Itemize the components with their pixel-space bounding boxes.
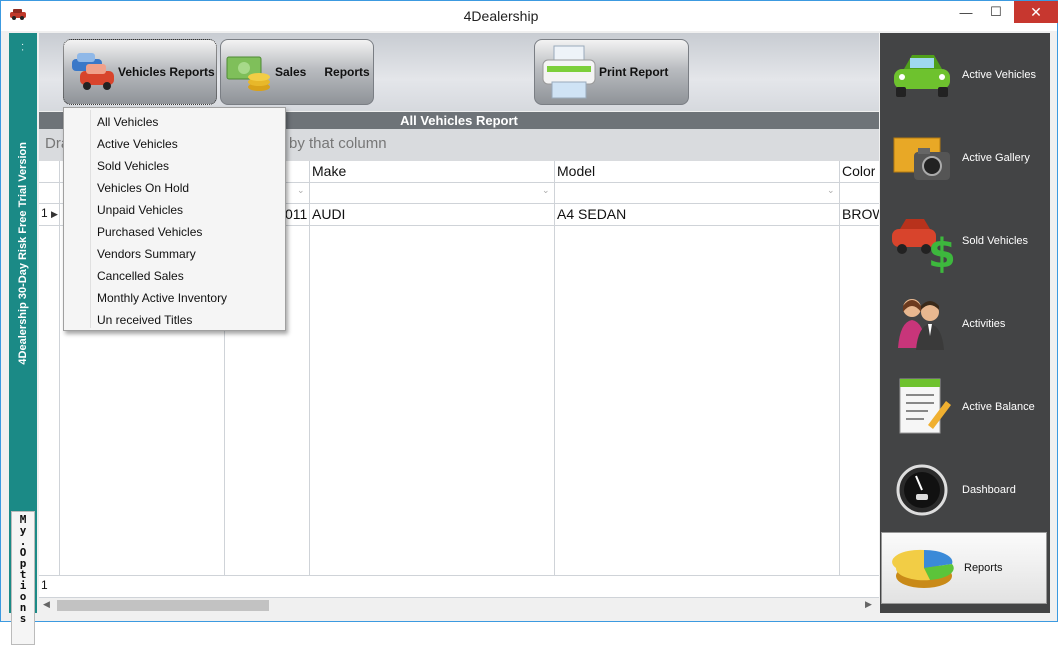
nav-label-active-vehicles: Active Vehicles xyxy=(962,68,1036,81)
money-coins-icon xyxy=(226,56,270,91)
menu-item-all-vehicles[interactable]: All Vehicles xyxy=(64,111,285,133)
nav-label-active-gallery: Active Gallery xyxy=(962,151,1030,164)
close-button[interactable]: ✕ xyxy=(1014,1,1058,23)
nav-active-balance[interactable]: Active Balance xyxy=(880,365,1050,448)
grid-divider xyxy=(839,161,840,597)
people-icon xyxy=(898,298,944,350)
cell-make: AUDI xyxy=(312,206,346,222)
cell-color: BROW xyxy=(842,206,879,222)
menu-item-monthly-active-inventory[interactable]: Monthly Active Inventory xyxy=(64,287,285,309)
nav-label-sold-vehicles: Sold Vehicles xyxy=(962,234,1029,247)
nav-label-activities: Activities xyxy=(962,317,1006,330)
minimize-button[interactable]: — xyxy=(951,1,981,23)
group-hint-right: by that column xyxy=(289,135,387,152)
nav-active-gallery[interactable]: Active Gallery xyxy=(880,116,1050,199)
print-report-label: Print Report xyxy=(599,65,669,79)
vehicles-reports-label: Vehicles Reports xyxy=(118,65,215,79)
dollar-car-icon: $ xyxy=(892,218,956,273)
trial-strip: . . 4Dealership 30-Day Risk Free Trial V… xyxy=(9,33,37,645)
print-report-button[interactable]: Print Report xyxy=(534,39,689,105)
speedometer-icon xyxy=(896,464,948,515)
column-header-make[interactable]: Make xyxy=(312,163,346,179)
nav-dashboard[interactable]: Dashboard xyxy=(880,448,1050,531)
trial-banner: 4Dealership 30-Day Risk Free Trial Versi… xyxy=(9,33,37,473)
right-navigation: Active Vehicles Active Gallery $ Sold Ve… xyxy=(880,33,1050,613)
grid-divider xyxy=(59,161,60,597)
nav-reports[interactable]: Reports xyxy=(881,532,1047,604)
cell-year: 011 xyxy=(285,206,308,222)
scroll-right-icon[interactable]: ▶ xyxy=(865,599,872,610)
options-letter: s xyxy=(19,612,27,625)
window-title: 4Dealership xyxy=(463,8,539,24)
row-selector-icon: ▶ xyxy=(51,209,58,219)
menu-item-active-vehicles[interactable]: Active Vehicles xyxy=(64,133,285,155)
column-header-color[interactable]: Color xyxy=(842,163,875,179)
grid-divider xyxy=(309,161,310,597)
menu-item-purchased-vehicles[interactable]: Purchased Vehicles xyxy=(64,221,285,243)
nav-label-dashboard: Dashboard xyxy=(962,483,1016,496)
sales-label: Sales xyxy=(275,65,307,79)
sales-reports-button[interactable]: Sales Reports xyxy=(220,39,374,105)
svg-text:$: $ xyxy=(928,231,956,273)
toolbar: Vehicles Reports Sales Reports Print Rep… xyxy=(39,33,879,111)
filter-chevron-icon[interactable]: ⌄ xyxy=(827,185,835,196)
title-bar: 4Dealership — ☐ ✕ xyxy=(1,1,1058,31)
trial-text: 4Dealership 30-Day Risk Free Trial Versi… xyxy=(17,141,29,365)
filter-chevron-icon[interactable]: ⌄ xyxy=(542,185,550,196)
vehicles-reports-menu: All Vehicles Active Vehicles Sold Vehicl… xyxy=(63,107,286,331)
column-header-model[interactable]: Model xyxy=(557,163,595,179)
maximize-button[interactable]: ☐ xyxy=(981,1,1011,23)
menu-item-vehicles-on-hold[interactable]: Vehicles On Hold xyxy=(64,177,285,199)
camera-icon xyxy=(893,137,950,180)
printer-icon xyxy=(542,45,596,99)
menu-item-unpaid-vehicles[interactable]: Unpaid Vehicles xyxy=(64,199,285,221)
pie-chart-icon xyxy=(892,549,954,588)
row-number: 1 xyxy=(41,206,48,220)
filter-chevron-icon[interactable]: ⌄ xyxy=(297,185,305,196)
menu-item-vendors-summary[interactable]: Vendors Summary xyxy=(64,243,285,265)
nav-active-vehicles[interactable]: Active Vehicles xyxy=(880,33,1050,116)
cars-icon xyxy=(72,53,114,90)
nav-label-reports: Reports xyxy=(964,562,1003,574)
grid-divider xyxy=(554,161,555,597)
menu-item-unreceived-titles[interactable]: Un received Titles xyxy=(64,309,285,331)
scroll-left-icon[interactable]: ◀ xyxy=(43,599,50,610)
menu-item-cancelled-sales[interactable]: Cancelled Sales xyxy=(64,265,285,287)
my-options-button[interactable]: My.Options xyxy=(11,511,35,645)
summary-row: 1 xyxy=(39,575,879,597)
scrollbar-thumb[interactable] xyxy=(57,600,269,611)
nav-activities[interactable]: Activities xyxy=(880,282,1050,365)
menu-gutter xyxy=(90,110,91,328)
document-pencil-icon xyxy=(899,378,951,433)
horizontal-scrollbar[interactable]: ◀ ▶ xyxy=(39,597,879,613)
reports-label: Reports xyxy=(324,65,370,79)
summary-count: 1 xyxy=(41,578,48,592)
cell-model: A4 SEDAN xyxy=(557,206,627,222)
green-car-icon xyxy=(894,54,950,97)
nav-sold-vehicles[interactable]: $ Sold Vehicles xyxy=(880,199,1050,282)
vehicles-reports-button[interactable]: Vehicles Reports xyxy=(63,39,217,105)
nav-label-active-balance: Active Balance xyxy=(962,400,1035,413)
app-window: 4Dealership — ☐ ✕ . . 4Dealership 30-Day… xyxy=(0,0,1058,645)
menu-item-sold-vehicles[interactable]: Sold Vehicles xyxy=(64,155,285,177)
